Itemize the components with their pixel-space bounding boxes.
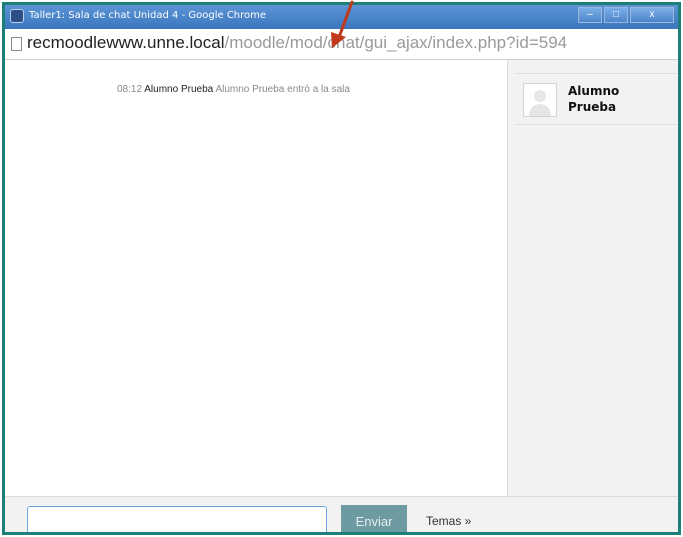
browser-window: Taller1: Sala de chat Unidad 4 - Google … [2,2,681,535]
themes-link[interactable]: Temas » [426,514,471,528]
chat-message: 08:12 Alumno Prueba Alumno Prueba entró … [117,84,350,95]
maximize-button[interactable]: □ [604,7,628,23]
message-text: Alumno Prueba entró a la sala [215,84,350,95]
composer-bar: Enviar Temas » [5,496,678,532]
chat-messages-area: 08:12 Alumno Prueba Alumno Prueba entró … [5,60,507,496]
red-arrow-icon [331,0,354,48]
users-panel: Alumno Prueba [508,60,678,496]
default-avatar-icon [523,83,557,117]
url-host: recmoodlewww.unne.local [27,33,225,52]
window-title: Taller1: Sala de chat Unidad 4 - Google … [29,10,267,21]
chat-content: 08:12 Alumno Prueba Alumno Prueba entró … [5,60,678,496]
user-list-item[interactable]: Alumno Prueba [514,74,678,125]
send-button[interactable]: Enviar [341,505,407,532]
minimize-button[interactable]: – [578,7,602,23]
message-time: 08:12 [117,84,143,95]
message-user: Alumno Prueba [144,84,214,95]
screenshot-frame: Taller1: Sala de chat Unidad 4 - Google … [0,0,683,537]
window-controls: – □ x [578,7,674,24]
close-button[interactable]: x [630,7,674,23]
user-name: Alumno Prueba [568,84,620,114]
browser-tab-icon [10,9,24,23]
page-icon [11,37,22,51]
message-input[interactable] [27,506,327,532]
